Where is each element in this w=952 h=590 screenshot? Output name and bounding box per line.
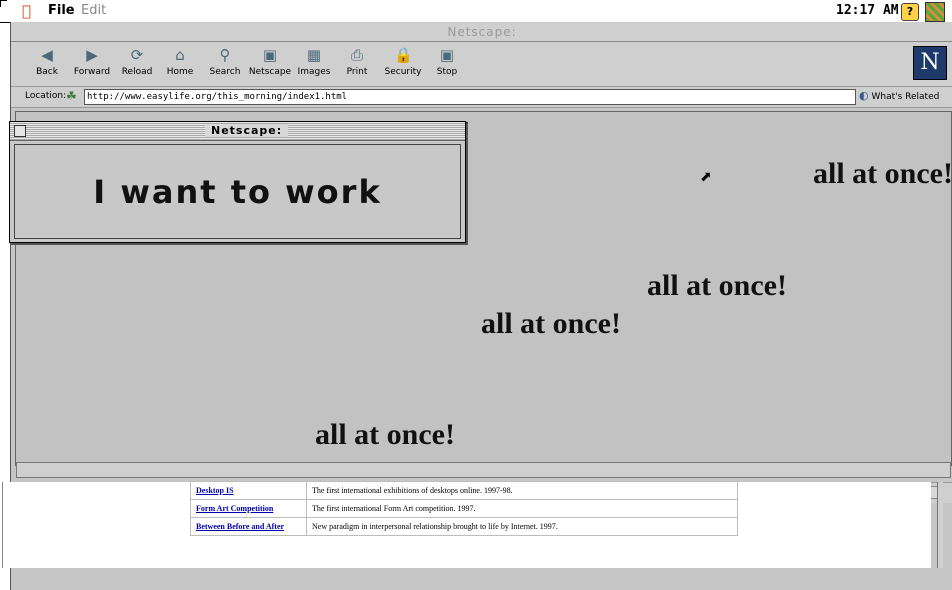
popup-message: I want to work: [93, 173, 382, 211]
project-description: The first international Form Art competi…: [306, 499, 738, 518]
project-description: New paradigm in interpersonal relationsh…: [306, 517, 738, 536]
menu-edit[interactable]: Edit: [81, 3, 106, 18]
images-label: Images: [297, 67, 331, 77]
table-row: Form Art Competition The first internati…: [190, 499, 738, 518]
all-at-once-text: all at once!: [315, 418, 455, 451]
images-icon: ▦: [306, 46, 322, 64]
popup-title-bar[interactable]: Netscape:: [10, 122, 465, 141]
home-label: Home: [166, 67, 194, 77]
all-at-once-text: all at once!: [647, 269, 787, 302]
location-bar: Location: ☘ ◐ What's Related: [11, 87, 952, 108]
menu-file[interactable]: File: [48, 3, 75, 18]
url-input[interactable]: [84, 89, 856, 105]
navigation-toolbar: ◀ Back ▶ Forward ⟳ Reload ⌂ Home ⚲ Searc…: [11, 42, 952, 87]
reload-button[interactable]: ⟳ Reload: [117, 46, 157, 77]
project-description: The first international exhibitions of d…: [306, 481, 738, 500]
netscape-logo-icon[interactable]: N: [913, 46, 947, 80]
netscape-icon: ▣: [262, 46, 278, 64]
bookmark-page-icon[interactable]: ☘: [66, 89, 77, 103]
security-icon: 🔒: [394, 46, 413, 64]
projects-table: Desktop IS The first international exhib…: [190, 481, 738, 536]
whats-related-button[interactable]: ◐ What's Related: [859, 89, 939, 102]
all-at-once-text: all at once!: [481, 307, 621, 340]
netscape-label: Netscape: [248, 67, 292, 77]
search-button[interactable]: ⚲ Search: [205, 46, 245, 77]
forward-label: Forward: [73, 67, 111, 77]
reload-label: Reload: [121, 67, 153, 77]
search-label: Search: [209, 67, 241, 77]
popup-window: Netscape: I want to work: [9, 121, 466, 243]
project-link[interactable]: Form Art Competition: [190, 499, 307, 518]
horizontal-scrollbar[interactable]: [16, 462, 951, 478]
back-button[interactable]: ◀ Back: [27, 46, 67, 77]
netscape-button[interactable]: ▣ Netscape: [247, 46, 293, 77]
security-button[interactable]: 🔒 Security: [381, 46, 425, 77]
forward-arrow-icon: ▶: [86, 46, 98, 64]
home-button[interactable]: ⌂ Home: [161, 46, 199, 77]
location-label: Location:: [25, 91, 67, 101]
forward-button[interactable]: ▶ Forward: [70, 46, 114, 77]
stop-icon: ▣: [439, 46, 455, 64]
reload-icon: ⟳: [130, 46, 144, 64]
menu-clock[interactable]: 12:17 AM: [836, 3, 899, 18]
back-label: Back: [36, 67, 58, 77]
popup-body: I want to work: [14, 144, 461, 239]
back-arrow-icon: ◀: [41, 46, 53, 64]
project-link[interactable]: Desktop IS: [190, 481, 307, 500]
screen-corner: [0, 0, 7, 7]
window-title: Netscape:: [447, 25, 517, 39]
apple-menu-icon[interactable]: : [22, 2, 31, 20]
whats-related-label: What's Related: [871, 92, 940, 102]
print-icon: ⎙: [350, 46, 363, 64]
close-box-icon[interactable]: [14, 125, 26, 137]
home-icon: ⌂: [175, 46, 185, 64]
print-label: Print: [346, 67, 368, 77]
print-button[interactable]: ⎙ Print: [339, 46, 375, 77]
all-at-once-text: all at once!: [813, 157, 952, 190]
background-window-edge: [937, 482, 943, 568]
help-icon[interactable]: ?: [901, 3, 919, 21]
window-title-bar[interactable]: Netscape:: [11, 22, 952, 42]
stop-label: Stop: [436, 67, 458, 77]
menu-bar:  File Edit 12:17 AM ?: [0, 0, 952, 23]
project-link[interactable]: Between Before and After: [190, 517, 307, 536]
popup-title: Netscape:: [205, 124, 289, 137]
table-row: Desktop IS The first international exhib…: [190, 481, 738, 500]
application-menu-icon[interactable]: [925, 2, 945, 22]
stop-button[interactable]: ▣ Stop: [431, 46, 463, 77]
search-icon: ⚲: [219, 46, 231, 64]
background-page: Desktop IS The first international exhib…: [2, 481, 931, 568]
whats-related-icon: ◐: [859, 89, 869, 102]
mouse-pointer-icon: ⬈: [700, 169, 712, 185]
table-row: Between Before and After New paradigm in…: [190, 517, 738, 536]
images-button[interactable]: ▦ Images: [296, 46, 332, 77]
security-label: Security: [384, 67, 422, 77]
